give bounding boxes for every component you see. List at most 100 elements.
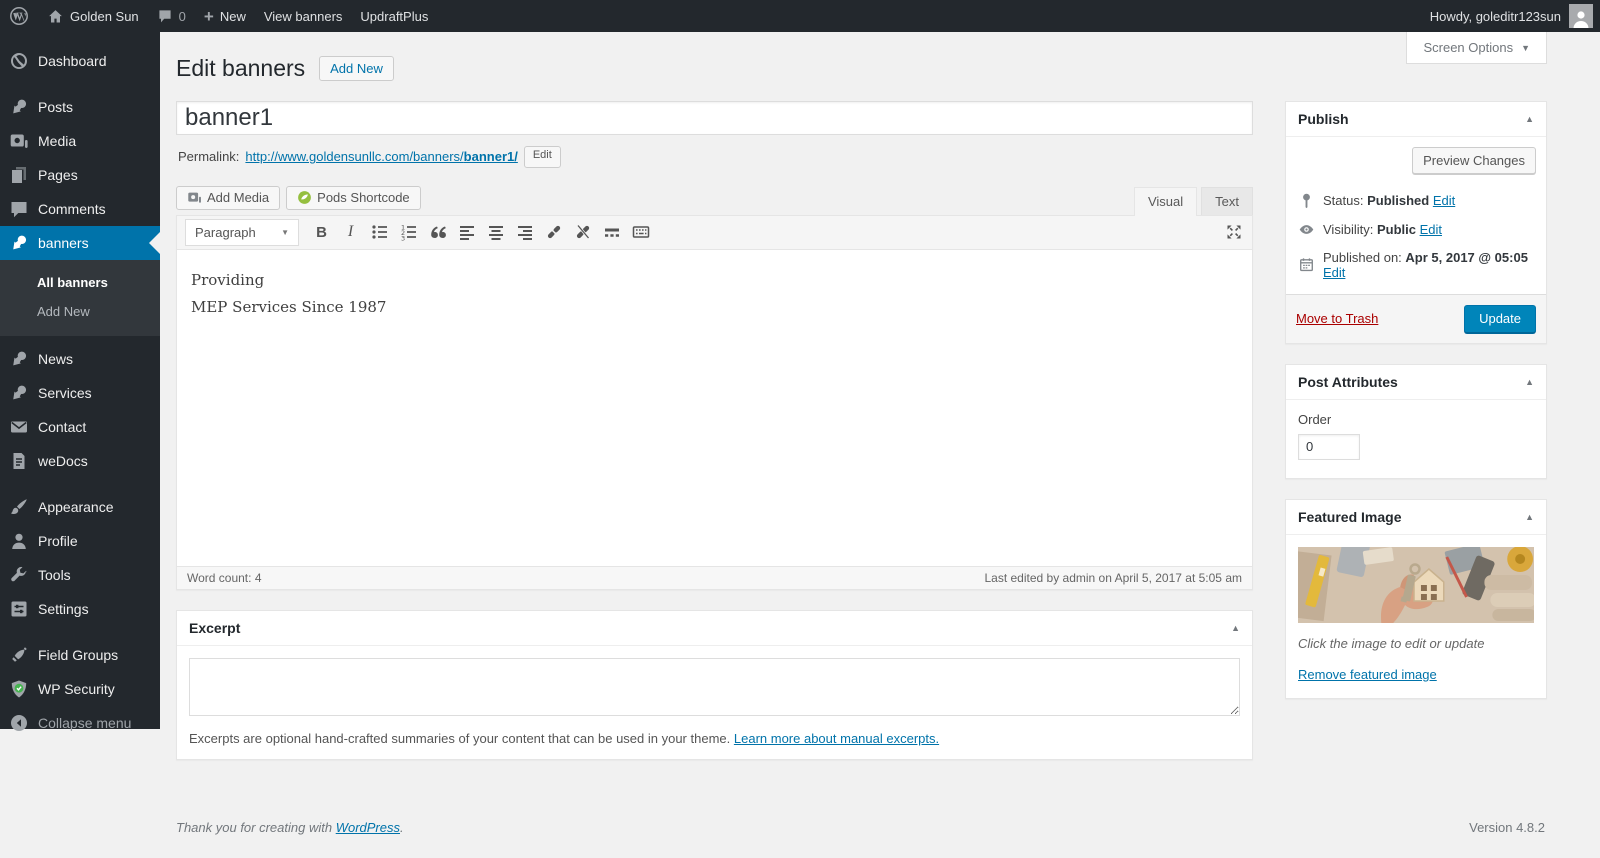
edit-status-link[interactable]: Edit bbox=[1433, 193, 1455, 208]
wordpress-logo-icon bbox=[10, 7, 28, 25]
sidebar-item-profile[interactable]: Profile bbox=[0, 524, 160, 558]
featured-image-caption: Click the image to edit or update bbox=[1298, 635, 1485, 651]
add-new-button[interactable]: Add New bbox=[319, 56, 394, 82]
sidebar-item-pages[interactable]: Pages bbox=[0, 158, 160, 192]
published-on-row: Published on: Apr 5, 2017 @ 05:05 Edit bbox=[1286, 244, 1546, 286]
read-more-button[interactable] bbox=[597, 219, 626, 245]
sidebar-item-wp-security[interactable]: WP Security bbox=[0, 672, 160, 706]
move-to-trash-link[interactable]: Move to Trash bbox=[1296, 311, 1378, 326]
admin-sidebar: Dashboard Posts Media Pages Comments ban… bbox=[0, 32, 160, 731]
admin-bar-new[interactable]: + New bbox=[195, 0, 255, 32]
sidebar-subitem-add-new[interactable]: Add New bbox=[0, 297, 160, 326]
align-center-button[interactable] bbox=[481, 219, 510, 245]
sidebar-item-field-groups[interactable]: Field Groups bbox=[0, 638, 160, 672]
preview-changes-button[interactable]: Preview Changes bbox=[1412, 146, 1536, 174]
align-left-button[interactable] bbox=[452, 219, 481, 245]
excerpt-textarea[interactable] bbox=[189, 657, 1240, 716]
italic-button[interactable]: I bbox=[336, 219, 365, 245]
sidebar-item-news[interactable]: News bbox=[0, 342, 160, 376]
subitem-label: All banners bbox=[37, 275, 108, 290]
bullet-list-button[interactable] bbox=[365, 219, 394, 245]
admin-bar-account[interactable]: Howdy, goleditr123sun bbox=[1430, 0, 1600, 32]
sidebar-item-label: Collapse menu bbox=[38, 715, 132, 731]
permalink-link[interactable]: http://www.goldensunllc.com/banners/bann… bbox=[245, 149, 517, 164]
person-icon bbox=[12, 533, 26, 549]
sidebar-item-banners[interactable]: banners bbox=[0, 226, 160, 260]
tab-visual[interactable]: Visual bbox=[1133, 186, 1198, 216]
admin-bar-updraftplus[interactable]: UpdraftPlus bbox=[351, 0, 437, 32]
admin-bar-view-banners[interactable]: View banners bbox=[255, 0, 352, 32]
admin-bar-comments[interactable]: 0 bbox=[148, 0, 195, 32]
add-media-button[interactable]: Add Media bbox=[176, 185, 281, 210]
fullscreen-button[interactable] bbox=[1219, 219, 1248, 245]
keyboard-icon bbox=[632, 226, 649, 239]
sidebar-subitem-all-banners[interactable]: All banners bbox=[0, 268, 160, 297]
sidebar-item-dashboard[interactable]: Dashboard bbox=[0, 44, 160, 78]
panel-toggle-icon[interactable]: ▲ bbox=[1525, 114, 1534, 124]
excerpt-panel: Excerpt ▲ Excerpts are optional hand-cra… bbox=[176, 609, 1253, 760]
edit-permalink-button[interactable]: Edit bbox=[523, 145, 561, 168]
order-label: Order bbox=[1298, 411, 1332, 427]
sidebar-item-tools[interactable]: Tools bbox=[0, 558, 160, 592]
publish-panel: Publish ▲ Preview Changes Status: Publis… bbox=[1285, 100, 1547, 344]
view-banners-label: View banners bbox=[263, 8, 343, 24]
bullet-list-icon bbox=[371, 225, 387, 239]
main-content: Edit banners Add New Permalink: http://w… bbox=[160, 32, 1600, 858]
editor-content[interactable]: Providing MEP Services Since 1987 bbox=[177, 250, 1252, 566]
sidebar-item-comments[interactable]: Comments bbox=[0, 192, 160, 226]
sidebar-item-contact[interactable]: Contact bbox=[0, 410, 160, 444]
toolbar-toggle-button[interactable] bbox=[626, 219, 655, 245]
link-button[interactable] bbox=[539, 219, 568, 245]
wordpress-logo[interactable] bbox=[0, 0, 38, 32]
numbered-list-icon: 123 bbox=[401, 224, 416, 242]
admin-bar-site-menu[interactable]: Golden Sun bbox=[38, 0, 148, 32]
sidebar-item-posts[interactable]: Posts bbox=[0, 90, 160, 124]
post-title-input[interactable] bbox=[176, 100, 1253, 135]
sidebar-item-label: Contact bbox=[38, 419, 87, 435]
excerpt-panel-title: Excerpt bbox=[189, 619, 241, 636]
panel-toggle-icon[interactable]: ▲ bbox=[1231, 623, 1240, 633]
footer-version: Version 4.8.2 bbox=[1469, 820, 1545, 835]
updraftplus-label: UpdraftPlus bbox=[360, 8, 429, 24]
bold-button[interactable]: B bbox=[307, 219, 336, 245]
panel-toggle-icon[interactable]: ▲ bbox=[1525, 377, 1534, 387]
wordpress-link[interactable]: WordPress bbox=[336, 820, 400, 835]
screen-options-tab[interactable]: Screen Options ▼ bbox=[1406, 32, 1547, 64]
edit-published-link[interactable]: Edit bbox=[1323, 265, 1345, 280]
featured-image-panel: Featured Image ▲ Click the image to edit… bbox=[1285, 498, 1547, 699]
format-select[interactable]: Paragraph ▼ bbox=[185, 218, 299, 246]
link-icon bbox=[547, 226, 560, 239]
unlink-button[interactable] bbox=[568, 219, 597, 245]
sidebar-item-collapse-menu[interactable]: Collapse menu bbox=[0, 706, 160, 740]
featured-image-header[interactable]: Featured Image ▲ bbox=[1286, 500, 1546, 535]
sidebar-item-wedocs[interactable]: weDocs bbox=[0, 444, 160, 478]
sidebar-item-services[interactable]: Services bbox=[0, 376, 160, 410]
publish-panel-header[interactable]: Publish ▲ bbox=[1286, 102, 1546, 137]
update-button[interactable]: Update bbox=[1464, 304, 1536, 333]
tab-text[interactable]: Text bbox=[1201, 186, 1253, 216]
sidebar-item-media[interactable]: Media bbox=[0, 124, 160, 158]
panel-toggle-icon[interactable]: ▲ bbox=[1525, 512, 1534, 522]
featured-image-title: Featured Image bbox=[1298, 508, 1402, 525]
security-shield-icon bbox=[11, 680, 27, 698]
comments-icon bbox=[11, 202, 27, 218]
align-right-icon bbox=[517, 226, 532, 241]
footer-thanks: Thank you for creating with WordPress. bbox=[176, 820, 404, 835]
excerpt-help-link[interactable]: Learn more about manual excerpts. bbox=[734, 731, 939, 746]
post-attributes-header[interactable]: Post Attributes ▲ bbox=[1286, 365, 1546, 400]
word-count-value: 4 bbox=[254, 570, 262, 585]
numbered-list-button[interactable]: 123 bbox=[394, 219, 423, 245]
pods-shortcode-button[interactable]: Pods Shortcode bbox=[286, 185, 421, 210]
sidebar-item-settings[interactable]: Settings bbox=[0, 592, 160, 626]
status-pin-icon bbox=[1303, 193, 1310, 209]
align-right-button[interactable] bbox=[510, 219, 539, 245]
blockquote-button[interactable] bbox=[423, 219, 452, 245]
featured-image-thumbnail[interactable] bbox=[1298, 546, 1534, 623]
edit-visibility-link[interactable]: Edit bbox=[1420, 222, 1442, 237]
sidebar-item-appearance[interactable]: Appearance bbox=[0, 490, 160, 524]
excerpt-panel-header[interactable]: Excerpt ▲ bbox=[177, 611, 1252, 646]
order-input[interactable] bbox=[1298, 433, 1360, 460]
sidebar-item-label: banners bbox=[38, 235, 89, 251]
howdy-text: Howdy, goleditr123sun bbox=[1429, 8, 1561, 24]
remove-featured-image-link[interactable]: Remove featured image bbox=[1298, 667, 1437, 682]
